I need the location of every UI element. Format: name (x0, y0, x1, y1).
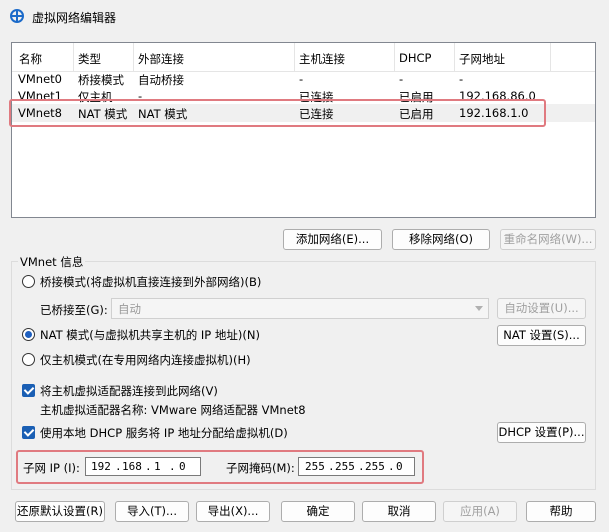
mask-octet: 255 (305, 460, 325, 473)
window-title: 虚拟网络编辑器 (32, 11, 117, 25)
import-button[interactable]: 导入(T)... (115, 501, 189, 522)
auto-settings-button[interactable]: 自动设置(U)... (497, 298, 586, 319)
cell-type: 桥接模式 (78, 73, 124, 87)
help-button[interactable]: 帮助 (526, 501, 596, 522)
host-only-label[interactable]: 仅主机模式(在专用网络内连接虚拟机)(H) (40, 352, 251, 368)
connect-adapter-label[interactable]: 将主机虚拟适配器连接到此网络(V) (40, 383, 218, 399)
col-header-subnet[interactable]: 子网地址 (459, 51, 505, 67)
mask-octet: 0 (396, 460, 403, 473)
col-header-host[interactable]: 主机连接 (299, 51, 345, 67)
cancel-button[interactable]: 取消 (362, 501, 436, 522)
nat-settings-button[interactable]: NAT 设置(S)... (497, 325, 586, 346)
use-dhcp-checkbox[interactable] (22, 426, 35, 439)
ip-octet: 168 (122, 460, 142, 473)
col-header-name[interactable]: 名称 (19, 51, 42, 67)
chevron-down-icon (475, 306, 483, 311)
cell-subnet: - (459, 72, 464, 86)
cell-dhcp: - (399, 72, 404, 86)
table-row[interactable]: VMnet0 桥接模式 自动桥接 - - - (12, 70, 595, 87)
bridge-mode-radio[interactable] (22, 275, 35, 288)
host-only-radio[interactable] (22, 353, 35, 366)
title-bar: 虚拟网络编辑器 (0, 0, 609, 34)
adapter-name-text: 主机虚拟适配器名称: VMware 网络适配器 VMnet8 (40, 403, 306, 417)
col-header-dhcp[interactable]: DHCP (399, 51, 431, 65)
remove-network-button[interactable]: 移除网络(O) (392, 229, 490, 250)
col-header-external[interactable]: 外部连接 (138, 51, 184, 67)
cell-name: VMnet0 (18, 72, 62, 86)
ok-button[interactable]: 确定 (281, 501, 355, 522)
ip-octet: 1 (154, 460, 161, 473)
dhcp-settings-button[interactable]: DHCP 设置(P)... (497, 422, 586, 443)
add-network-button[interactable]: 添加网络(E)... (283, 229, 382, 250)
vmnet-info-title: VMnet 信息 (18, 254, 86, 270)
subnet-ip-label: 子网 IP (I): (23, 461, 80, 475)
ip-octet: 192 (91, 460, 111, 473)
col-header-type[interactable]: 类型 (78, 51, 101, 67)
bridge-mode-label[interactable]: 桥接模式(将虚拟机直接连接到外部网络)(B) (40, 274, 261, 290)
use-dhcp-label[interactable]: 使用本地 DHCP 服务将 IP 地址分配给虚拟机(D) (40, 425, 288, 441)
nat-mode-label[interactable]: NAT 模式(与虚拟机共享主机的 IP 地址)(N) (40, 327, 260, 343)
subnet-ip-input[interactable]: 192 . 168 . 1 . 0 (85, 457, 201, 476)
globe-icon (10, 9, 24, 23)
restore-defaults-button[interactable]: 还原默认设置(R) (15, 501, 105, 522)
bridged-to-value: 自动 (118, 302, 141, 316)
apply-button[interactable]: 应用(A) (443, 501, 517, 522)
bridged-to-label: 已桥接至(G): (40, 303, 108, 317)
subnet-mask-label: 子网掩码(M): (226, 461, 295, 475)
rename-network-button[interactable]: 重命名网络(W)... (500, 229, 596, 250)
row-highlight-annotation (9, 99, 546, 127)
bridged-to-select[interactable]: 自动 (111, 298, 489, 319)
mask-octet: 255 (365, 460, 385, 473)
connect-adapter-checkbox[interactable] (22, 384, 35, 397)
cell-external: 自动桥接 (138, 73, 184, 87)
cell-host: - (299, 72, 304, 86)
nat-mode-radio[interactable] (22, 328, 35, 341)
mask-octet: 255 (335, 460, 355, 473)
list-header: 名称 类型 外部连接 主机连接 DHCP 子网地址 (12, 43, 595, 72)
export-button[interactable]: 导出(X)... (196, 501, 270, 522)
subnet-mask-input[interactable]: 255 . 255 . 255 . 0 (298, 457, 415, 476)
network-list[interactable]: 名称 类型 外部连接 主机连接 DHCP 子网地址 VMnet0 桥接模式 自动… (11, 42, 596, 218)
ip-octet: 0 (179, 460, 186, 473)
